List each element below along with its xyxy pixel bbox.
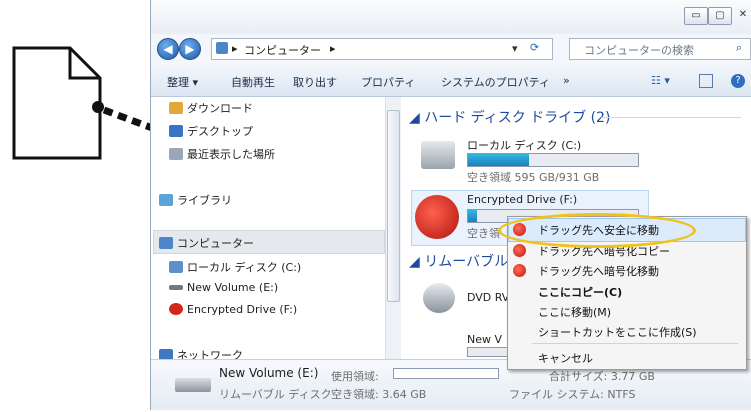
computer-icon — [159, 237, 173, 249]
sidebar-item-label: New Volume (E:) — [187, 281, 279, 294]
drag-origin-dot — [92, 101, 104, 113]
title-bar — [151, 0, 751, 34]
sidebar-item-label: 最近表示した場所 — [187, 148, 275, 161]
details-free: 空き領域: 3.64 GB — [331, 388, 427, 401]
recent-places-icon — [169, 148, 183, 160]
sidebar-item-computer[interactable]: コンピューター — [159, 235, 254, 251]
drive-c-name[interactable]: ローカル ディスク (C:) — [467, 137, 581, 153]
minimize-icon[interactable]: ▭ — [684, 7, 708, 25]
autoplay-button[interactable]: 自動再生 — [231, 74, 275, 90]
help-icon[interactable]: ? — [731, 74, 745, 88]
sidebar-item-encrypted-drive[interactable]: Encrypted Drive (F:) — [169, 303, 297, 316]
nav-scrollbar-thumb[interactable] — [387, 110, 400, 302]
details-used-label: 使用領域: — [331, 370, 379, 383]
menu-item-move-here[interactable]: ここに移動(M) — [538, 304, 611, 320]
group-divider — [601, 117, 741, 118]
dvd-drive-icon — [423, 283, 455, 313]
navigation-pane: ダウンロード デスクトップ 最近表示した場所 ライブラリ コンピューター ローカ… — [151, 97, 385, 362]
back-icon[interactable]: ◀ — [157, 38, 179, 60]
highlight-ring — [498, 213, 696, 248]
menu-separator — [532, 343, 738, 344]
details-usage-bar — [393, 368, 499, 379]
drive-e-name[interactable]: New V — [467, 333, 502, 346]
sidebar-item-downloads[interactable]: ダウンロード — [169, 100, 253, 116]
view-options-icon[interactable]: ☷ ▾ — [651, 74, 670, 87]
drive-f-usage-fill — [468, 210, 477, 222]
menu-item-create-shortcut[interactable]: ショートカットをここに作成(S) — [538, 324, 697, 340]
system-properties-button[interactable]: システムのプロパティ — [441, 74, 550, 90]
document-icon — [12, 46, 102, 160]
drive-f-name[interactable]: Encrypted Drive (F:) — [467, 193, 577, 206]
encrypted-drive-icon — [169, 303, 183, 315]
encrypted-drive-large-icon — [415, 195, 459, 239]
menu-item-copy-here[interactable]: ここにコピー(C) — [538, 284, 622, 300]
group-removable-label: リムーバブル — [424, 254, 509, 270]
details-total: 合計サイズ: 3.77 GB — [549, 370, 655, 383]
drive-c-usage-fill — [468, 154, 530, 166]
sidebar-item-recent[interactable]: 最近表示した場所 — [169, 146, 275, 162]
group-hdd-header[interactable]: ◢ ハード ディスク ドライブ (2) — [409, 107, 610, 127]
sidebar-item-label: デスクトップ — [187, 125, 253, 138]
forward-icon[interactable]: ▶ — [179, 38, 201, 60]
desktop-icon — [169, 125, 183, 137]
refresh-icon[interactable]: ⟳ — [530, 41, 539, 54]
group-removable-header[interactable]: ◢ リムーバブル — [409, 251, 508, 271]
breadcrumb-computer[interactable]: コンピューター — [244, 42, 321, 58]
details-filesystem: ファイル システム: NTFS — [509, 388, 636, 401]
search-placeholder: コンピューターの検索 — [584, 44, 694, 57]
context-menu-app-icon — [513, 264, 526, 277]
removable-drive-icon — [169, 285, 183, 290]
maximize-icon[interactable]: ▢ — [708, 7, 732, 25]
eject-button[interactable]: 取り出す — [293, 74, 337, 90]
organize-button[interactable]: 整理 ▾ — [167, 74, 198, 90]
local-disk-icon — [169, 261, 183, 273]
local-disk-drive-icon — [421, 141, 455, 169]
sidebar-item-desktop[interactable]: デスクトップ — [169, 123, 253, 139]
sidebar-item-new-volume[interactable]: New Volume (E:) — [169, 281, 278, 294]
menu-item-encrypt-move[interactable]: ドラッグ先へ暗号化移動 — [538, 263, 659, 279]
sidebar-item-libraries[interactable]: ライブラリ — [159, 192, 232, 208]
removable-disk-icon — [175, 378, 211, 392]
drive-dvd-name[interactable]: DVD RV — [467, 291, 509, 304]
search-input[interactable]: コンピューターの検索 ⌕ — [569, 38, 751, 60]
preview-pane-icon[interactable] — [699, 74, 713, 88]
menu-item-cancel[interactable]: キャンセル — [538, 350, 593, 366]
group-hdd-label: ハード ディスク ドライブ (2) — [424, 110, 611, 126]
sidebar-item-label: ダウンロード — [187, 102, 253, 115]
downloads-folder-icon — [169, 102, 183, 114]
search-icon[interactable]: ⌕ — [736, 41, 742, 55]
library-icon — [159, 194, 173, 206]
details-type: リムーバブル ディスク — [219, 388, 332, 401]
sidebar-item-label: ライブラリ — [177, 194, 232, 207]
breadcrumb-sep-2: ▸ — [330, 42, 336, 55]
context-menu-app-icon — [513, 244, 526, 257]
sidebar-item-label: ローカル ディスク (C:) — [187, 261, 302, 274]
address-bar[interactable]: ▸ コンピューター ▸ ▾ ⟳ — [211, 38, 553, 60]
sidebar-item-label: コンピューター — [177, 237, 254, 250]
drive-c-free: 空き領域 595 GB/931 GB — [467, 171, 600, 184]
more-button[interactable]: » — [563, 74, 570, 87]
sidebar-item-local-disk[interactable]: ローカル ディスク (C:) — [169, 259, 301, 275]
breadcrumb-sep: ▸ — [232, 42, 238, 55]
drive-f-free: 空き領 — [467, 227, 500, 240]
drive-c-usage-bar — [467, 153, 639, 167]
sidebar-item-label: Encrypted Drive (F:) — [187, 303, 298, 316]
chevron-down-icon[interactable]: ▾ — [512, 42, 518, 55]
close-icon[interactable]: ✕ — [732, 7, 751, 23]
details-name: New Volume (E:) — [219, 366, 319, 380]
properties-button[interactable]: プロパティ — [361, 74, 415, 90]
computer-icon — [216, 42, 228, 54]
